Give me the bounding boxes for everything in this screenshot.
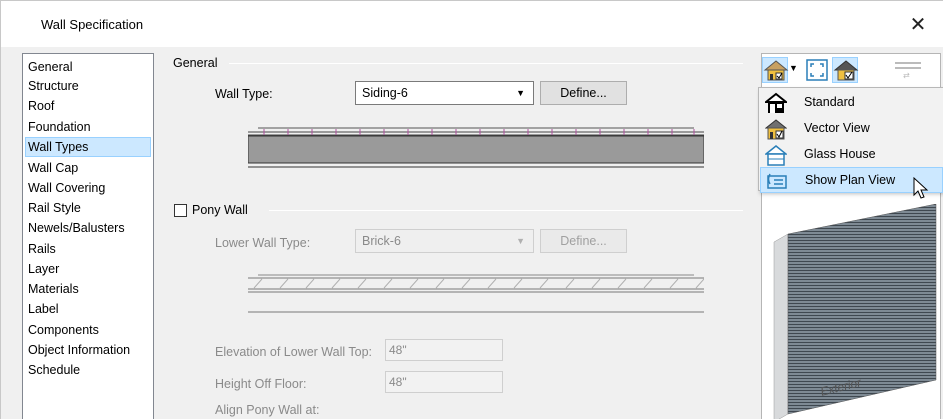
lower-wall-type-select[interactable]: Brick-6 ▼ [355,229,534,253]
sidebar-item-materials[interactable]: Materials [25,279,151,299]
menu-item-glass-house[interactable]: Glass House [760,142,943,168]
sidebar-item-rail-style[interactable]: Rail Style [25,198,151,218]
swap-icon: ⇄ [895,62,921,80]
preview-house-button[interactable] [832,57,859,83]
render-mode-dropdown-button[interactable] [762,57,789,83]
vector-view-house-icon [763,60,789,81]
dialog-title: Wall Specification [41,17,144,32]
sidebar-item-wall-covering[interactable]: Wall Covering [25,178,151,198]
sidebar-item-schedule[interactable]: Schedule [25,360,151,380]
glass-house-icon [765,145,787,166]
menu-item-label: Glass House [804,147,876,161]
fill-window-button[interactable] [804,57,830,83]
sidebar-item-label[interactable]: Label [25,299,151,319]
align-pony-wall-label: Align Pony Wall at: [215,403,320,417]
sidebar-item-foundation[interactable]: Foundation [25,117,151,137]
elevation-lower-wall-top-field[interactable]: 48" [385,339,503,361]
wall-type-value: Siding-6 [362,86,408,100]
general-group-label: General [173,56,222,70]
title-bar[interactable]: Wall Specification ✕ [1,1,943,47]
wall-specification-dialog: Wall Specification ✕ General Structure R… [0,0,943,419]
chevron-down-icon: ▼ [516,236,525,246]
standard-house-icon [765,92,787,113]
menu-item-label: Vector View [804,121,870,135]
wall-type-preview [248,127,704,168]
sidebar-item-object-information[interactable]: Object Information [25,340,151,360]
sidebar-item-structure[interactable]: Structure [25,76,151,96]
plan-view-icon [767,173,787,189]
pony-wall-group-rule [269,210,743,211]
chevron-down-icon[interactable]: ▼ [789,63,798,73]
vector-view-house-icon [765,119,787,140]
fit-to-window-icon [806,59,828,81]
sidebar-item-wall-types[interactable]: Wall Types [25,137,151,157]
sidebar-item-components[interactable]: Components [25,320,151,340]
define-lower-wall-type-button[interactable]: Define... [540,229,627,253]
height-off-floor-label: Height Off Floor: [215,377,307,391]
mouse-cursor-icon [913,177,929,199]
render-mode-menu: Standard Vector View Glass House Show Pl… [758,87,943,193]
category-list[interactable]: General Structure Roof Foundation Wall T… [22,53,154,419]
close-button[interactable]: ✕ [901,11,935,39]
sidebar-item-newels-balusters[interactable]: Newels/Balusters [25,218,151,238]
menu-item-label: Standard [804,95,855,109]
pony-wall-checkbox[interactable] [174,204,187,217]
house-check-icon [833,60,859,81]
sidebar-item-wall-cap[interactable]: Wall Cap [25,158,151,178]
general-group-rule [229,63,743,64]
menu-item-standard[interactable]: Standard [760,90,943,116]
define-wall-type-button[interactable]: Define... [540,81,627,105]
sidebar-item-general[interactable]: General [25,57,151,77]
sidebar-item-roof[interactable]: Roof [25,96,151,116]
pony-wall-label[interactable]: Pony Wall [192,203,252,217]
wall-type-select[interactable]: Siding-6 ▼ [355,81,534,105]
chevron-down-icon: ▼ [516,88,525,98]
lower-wall-type-label: Lower Wall Type: [215,236,311,250]
svg-text:⇄: ⇄ [903,71,910,80]
lower-wall-type-preview [248,274,704,313]
lower-wall-type-value: Brick-6 [362,234,401,248]
sidebar-item-layer[interactable]: Layer [25,259,151,279]
sidebar-item-rails[interactable]: Rails [25,239,151,259]
wall-type-label: Wall Type: [215,87,273,101]
elevation-lower-wall-top-label: Elevation of Lower Wall Top: [215,345,373,359]
menu-item-vector-view[interactable]: Vector View [760,116,943,142]
swap-sides-button[interactable]: ⇄ [893,57,921,83]
menu-item-label: Show Plan View [805,173,896,187]
height-off-floor-field[interactable]: 48" [385,371,503,393]
